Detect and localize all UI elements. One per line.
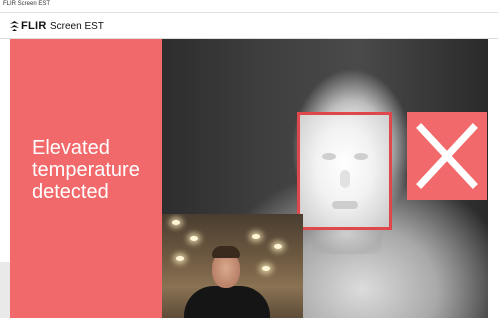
flir-logo: FLIR (10, 19, 47, 33)
person-body (184, 286, 270, 318)
window-titlebar: FLIR Screen EST (0, 0, 498, 13)
logo-text: FLIR (21, 20, 47, 32)
flir-logo-icon (10, 21, 19, 31)
person-hair (212, 246, 240, 258)
window-title: FLIR Screen EST (3, 1, 51, 7)
alert-message: Elevated temperature detected (32, 137, 160, 203)
face-detection-box (297, 112, 392, 230)
face-mouth (332, 201, 358, 209)
visible-camera-image (162, 214, 303, 318)
ceiling-light (262, 266, 270, 271)
ceiling-light (172, 220, 180, 225)
status-reject-box (407, 112, 487, 200)
screening-view: Elevated temperature detected (10, 39, 488, 318)
alert-panel: Elevated temperature detected (10, 39, 162, 318)
app-name: Screen EST (50, 21, 104, 32)
ceiling-light (274, 244, 282, 249)
x-icon (416, 123, 478, 189)
alert-line-2: temperature (32, 159, 140, 181)
ceiling-light (252, 234, 260, 239)
alert-line-3: detected (32, 181, 109, 203)
side-panel-edge (0, 262, 10, 318)
ceiling-light (190, 236, 198, 241)
app-header: FLIR Screen EST (0, 13, 498, 39)
ceiling-light (176, 256, 184, 261)
face-eye-right (354, 153, 368, 160)
alert-line-1: Elevated (32, 137, 110, 159)
face-nose (340, 170, 350, 188)
face-eye-left (322, 153, 336, 160)
